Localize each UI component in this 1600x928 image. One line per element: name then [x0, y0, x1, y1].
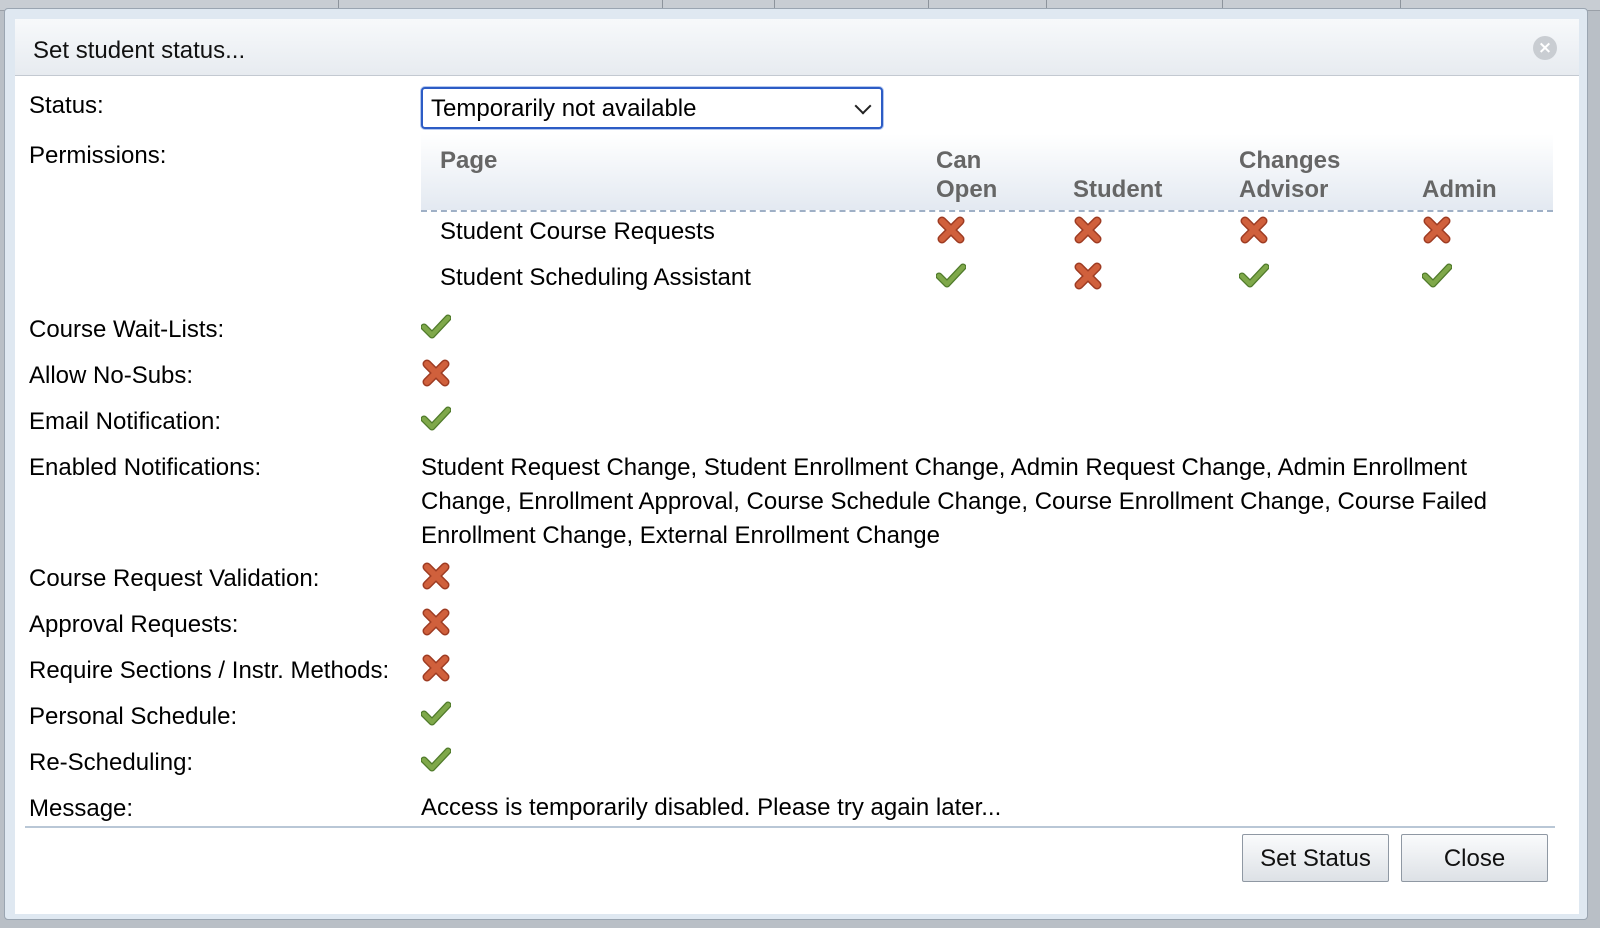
background-divider	[774, 0, 775, 8]
course-request-validation-label: Course Request Validation:	[29, 565, 320, 592]
approval-requests-status-icon	[421, 607, 451, 637]
permission-row-1-can-open-icon	[936, 261, 966, 291]
background-divider	[1046, 0, 1047, 8]
header-page: Page	[440, 147, 498, 174]
header-can-open-line1: Can	[936, 147, 982, 174]
permission-row-1-student-icon	[1073, 261, 1103, 291]
background-divider	[1400, 0, 1401, 8]
enabled-notifications-label: Enabled Notifications:	[29, 454, 262, 481]
permission-row-1-admin-icon	[1422, 261, 1452, 291]
permissions-label: Permissions:	[29, 142, 167, 169]
require-sections-status-icon	[421, 653, 451, 683]
permission-row-page: Student Scheduling Assistant	[440, 264, 751, 291]
message-value: Access is temporarily disabled. Please t…	[421, 794, 1002, 821]
approval-requests-label: Approval Requests:	[29, 611, 239, 638]
message-label: Message:	[29, 795, 134, 822]
dialog-content: Status: Temporarily not available Permis…	[15, 76, 1579, 914]
permission-row-0-admin-icon	[1422, 215, 1452, 245]
status-label: Status:	[29, 92, 104, 119]
dialog-titlebar[interactable]: Set student status... ×	[15, 19, 1579, 76]
header-changes-advisor-line2: Advisor	[1239, 176, 1329, 203]
enabled-notifications-value: Student Request Change, Student Enrollme…	[421, 454, 1487, 549]
close-icon[interactable]: ×	[1533, 36, 1557, 60]
permission-row-0-student-icon	[1073, 215, 1103, 245]
set-status-button[interactable]: Set Status	[1242, 834, 1389, 882]
set-student-status-dialog: Set student status... × Status: Temporar…	[4, 8, 1588, 920]
dialog-title: Set student status...	[33, 37, 246, 64]
header-changes-advisor-line1: Changes	[1239, 147, 1341, 174]
background-divider	[1222, 0, 1223, 8]
permissions-table-header: Page Can Open Student Changes Advisor Ad…	[421, 134, 1553, 212]
wait-lists-label: Course Wait-Lists:	[29, 316, 225, 343]
rescheduling-status-icon	[421, 745, 451, 775]
no-subs-status-icon	[421, 358, 451, 388]
status-select[interactable]: Temporarily not available	[421, 87, 883, 129]
background-divider	[662, 0, 663, 8]
course-request-validation-status-icon	[421, 561, 451, 591]
no-subs-label: Allow No-Subs:	[29, 362, 194, 389]
footer-divider	[25, 826, 1555, 828]
chevron-down-icon	[854, 97, 872, 115]
permission-row-1-changes-advisor-icon	[1239, 261, 1269, 291]
background-divider	[928, 0, 929, 8]
email-notification-status-icon	[421, 404, 451, 434]
require-sections-label: Require Sections / Instr. Methods:	[29, 657, 390, 684]
header-admin: Admin	[1422, 176, 1497, 203]
personal-schedule-status-icon	[421, 699, 451, 729]
header-can-open-line2: Open	[936, 176, 998, 203]
background-divider	[338, 0, 339, 8]
rescheduling-label: Re-Scheduling:	[29, 749, 194, 776]
header-student: Student	[1073, 176, 1163, 203]
personal-schedule-label: Personal Schedule:	[29, 703, 238, 730]
permission-row-0-can-open-icon	[936, 215, 966, 245]
permission-row-page: Student Course Requests	[440, 218, 715, 245]
email-notification-label: Email Notification:	[29, 408, 222, 435]
permission-row-0-changes-advisor-icon	[1239, 215, 1269, 245]
wait-lists-status-icon	[421, 312, 451, 342]
close-button[interactable]: Close	[1401, 834, 1548, 882]
status-select-value: Temporarily not available	[431, 95, 697, 122]
permissions-table: Page Can Open Student Changes Advisor Ad…	[421, 134, 1553, 308]
